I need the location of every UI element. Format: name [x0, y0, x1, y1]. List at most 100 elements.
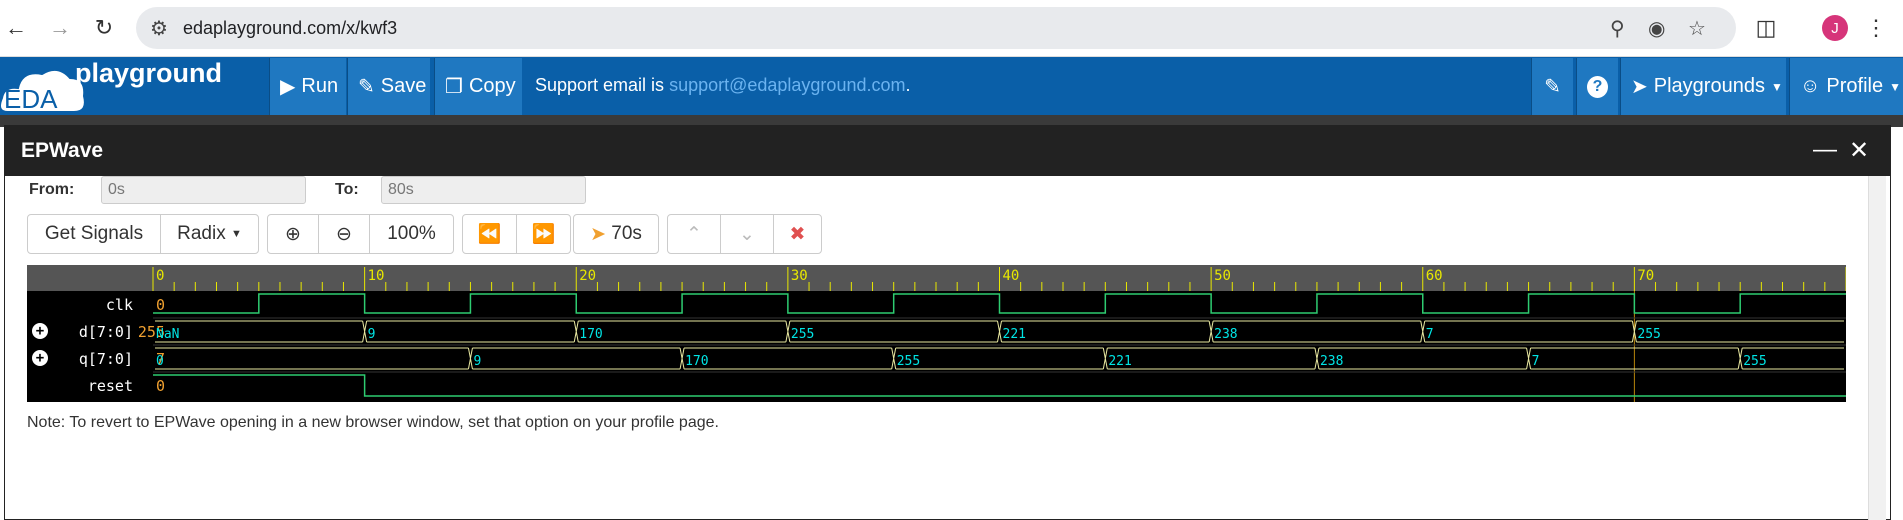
radix-label: Radix [177, 223, 226, 244]
ruler-label: 20 [579, 268, 596, 284]
rocket-icon: ➤ [1631, 76, 1648, 98]
next-edge-button[interactable]: ⏩ [516, 214, 571, 254]
q-bus-transition [1314, 347, 1320, 370]
close-x-icon: ✖ [789, 223, 806, 245]
zoom-in-button[interactable]: ⊕ [267, 214, 319, 254]
caret-down-icon: ▼ [1889, 79, 1902, 94]
d-bus-transition [573, 320, 579, 343]
reset-wave [153, 374, 1846, 397]
q-bus-transition [679, 347, 685, 370]
support-prefix: Support email is [535, 75, 670, 95]
save-label: Save [380, 75, 427, 97]
d-bus-transition [997, 320, 1002, 343]
vertical-scrollbar[interactable] [1868, 176, 1886, 520]
playgrounds-dropdown[interactable]: ➤ Playgrounds ▼ [1620, 58, 1786, 115]
q-bus-value-label: 7 [1532, 354, 1540, 369]
browser-toolbar: ← → ↻ ⚙ edaplayground.com/x/kwf3 ⚲ ◉ ☆ ◫… [0, 0, 1903, 57]
bookmark-star-icon[interactable]: ☆ [1688, 16, 1706, 41]
q-bus-transition [1737, 347, 1743, 370]
profile-avatar[interactable]: J [1822, 15, 1848, 41]
question-circle-icon: ? [1587, 75, 1608, 98]
playgrounds-label: Playgrounds [1653, 75, 1765, 97]
eye-slash-icon[interactable]: ◉ [1648, 16, 1665, 41]
d-bus-value-label: 9 [368, 327, 376, 342]
q-bus-value-label: 9 [473, 354, 481, 369]
extensions-icon[interactable]: ◫ [1750, 12, 1782, 44]
ruler-label: 60 [1426, 268, 1443, 284]
logo-text[interactable]: playground [75, 58, 222, 89]
q-bus-value-label: 255 [1743, 354, 1766, 369]
support-email-link[interactable]: support@edaplayground.com [669, 75, 905, 95]
forward-arrow-icon[interactable]: → [44, 12, 76, 44]
back-arrow-icon[interactable]: ← [0, 12, 32, 44]
zoom-icon[interactable]: ⚲ [1610, 16, 1625, 41]
d-bus-value-label: 255 [1637, 327, 1660, 342]
copy-label: Copy [468, 75, 516, 97]
caret-down-icon: ▼ [1770, 79, 1783, 94]
profile-dropdown[interactable]: ☺ Profile ▼ [1789, 58, 1903, 115]
pencil-icon: ✎ [358, 76, 375, 98]
zoom-in-icon: ⊕ [285, 223, 301, 245]
profile-label: Profile [1826, 75, 1884, 97]
d-bus-transition [1420, 320, 1426, 343]
run-label: Run [301, 75, 339, 97]
d-bus-value-label: 170 [579, 327, 602, 342]
ruler-label: 70 [1637, 268, 1654, 284]
menu-kebab-icon[interactable]: ⋮ [1860, 12, 1892, 44]
play-circle-icon: ▶ [280, 76, 296, 98]
epwave-title: EPWave [21, 139, 104, 162]
minimize-icon[interactable]: — [1813, 136, 1837, 164]
site-settings-icon[interactable]: ⚙ [150, 16, 168, 41]
radix-dropdown[interactable]: Radix ▼ [160, 214, 259, 254]
to-input[interactable] [381, 176, 586, 204]
q-bus-value-label: 255 [897, 354, 920, 369]
support-suffix: . [905, 75, 911, 95]
copy-button[interactable]: ❐ Copy [434, 58, 522, 115]
cursor-time-label: 70s [611, 223, 642, 244]
edit-square-icon: ✎ [1544, 76, 1561, 98]
prev-edge-button[interactable]: ⏪ [462, 214, 517, 254]
run-button[interactable]: ▶ Run [269, 58, 346, 115]
q-bus-value-label: 238 [1320, 354, 1343, 369]
zoom-level[interactable]: 100% [369, 214, 454, 254]
backward-icon: ⏪ [477, 224, 502, 245]
zoom-out-button[interactable]: ⊖ [318, 214, 370, 254]
waveform-viewer[interactable]: clk 0 + d[7:0] 255 + q[7:0] 7 reset 0 01… [27, 265, 1846, 402]
from-label: From: [29, 181, 75, 198]
remove-signal-button[interactable]: ✖ [773, 214, 822, 254]
move-down-button[interactable]: ⌄ [720, 214, 774, 254]
zoom-out-icon: ⊖ [336, 223, 352, 245]
caret-down-icon: ▼ [230, 228, 242, 240]
move-up-button[interactable]: ⌃ [667, 214, 721, 254]
d-bus-value-label: NaN [156, 327, 179, 342]
edit-button[interactable]: ✎ [1531, 58, 1573, 115]
url-text: edaplayground.com/x/kwf3 [183, 18, 398, 38]
from-input[interactable] [101, 176, 306, 204]
support-email-text: Support email is support@edaplayground.c… [535, 75, 911, 96]
close-icon[interactable]: ✕ [1849, 136, 1869, 165]
clk-wave [153, 293, 1846, 314]
forward-icon: ⏩ [531, 224, 556, 245]
save-button[interactable]: ✎ Save [347, 58, 430, 115]
logo-cloud-text: EDA [4, 84, 58, 114]
ruler-label: 10 [368, 268, 385, 284]
reload-icon[interactable]: ↻ [88, 12, 120, 44]
waveform-canvas[interactable]: 0 10 20 30 40 50 60 70 NaN 9 170 255 221 238 7 255 0 9 170… [27, 265, 1846, 402]
get-signals-button[interactable]: Get Signals [27, 214, 161, 254]
d-bus-value-label: 7 [1426, 327, 1434, 342]
location-arrow-icon: ➤ [590, 223, 606, 245]
address-bar[interactable]: ⚙ edaplayground.com/x/kwf3 ⚲ ◉ ☆ [136, 7, 1736, 49]
q-bus-value-label: 170 [685, 354, 708, 369]
cursor-time-button[interactable]: ➤ 70s [573, 214, 659, 254]
d-bus-value-label: 255 [791, 327, 814, 342]
help-button[interactable]: ? [1576, 58, 1618, 115]
note-text: Note: To revert to EPWave opening in a n… [27, 414, 719, 431]
q-bus-transition [467, 347, 473, 370]
chevron-up-icon: ⌃ [686, 223, 702, 245]
chevron-down-icon: ⌄ [739, 223, 755, 245]
d-bus-value-label: 221 [1003, 327, 1026, 342]
q-bus-transition [1526, 347, 1532, 370]
q-bus-value-label: 0 [156, 354, 164, 369]
q-bus-transition [1102, 347, 1108, 370]
ruler-label: 50 [1214, 268, 1231, 284]
